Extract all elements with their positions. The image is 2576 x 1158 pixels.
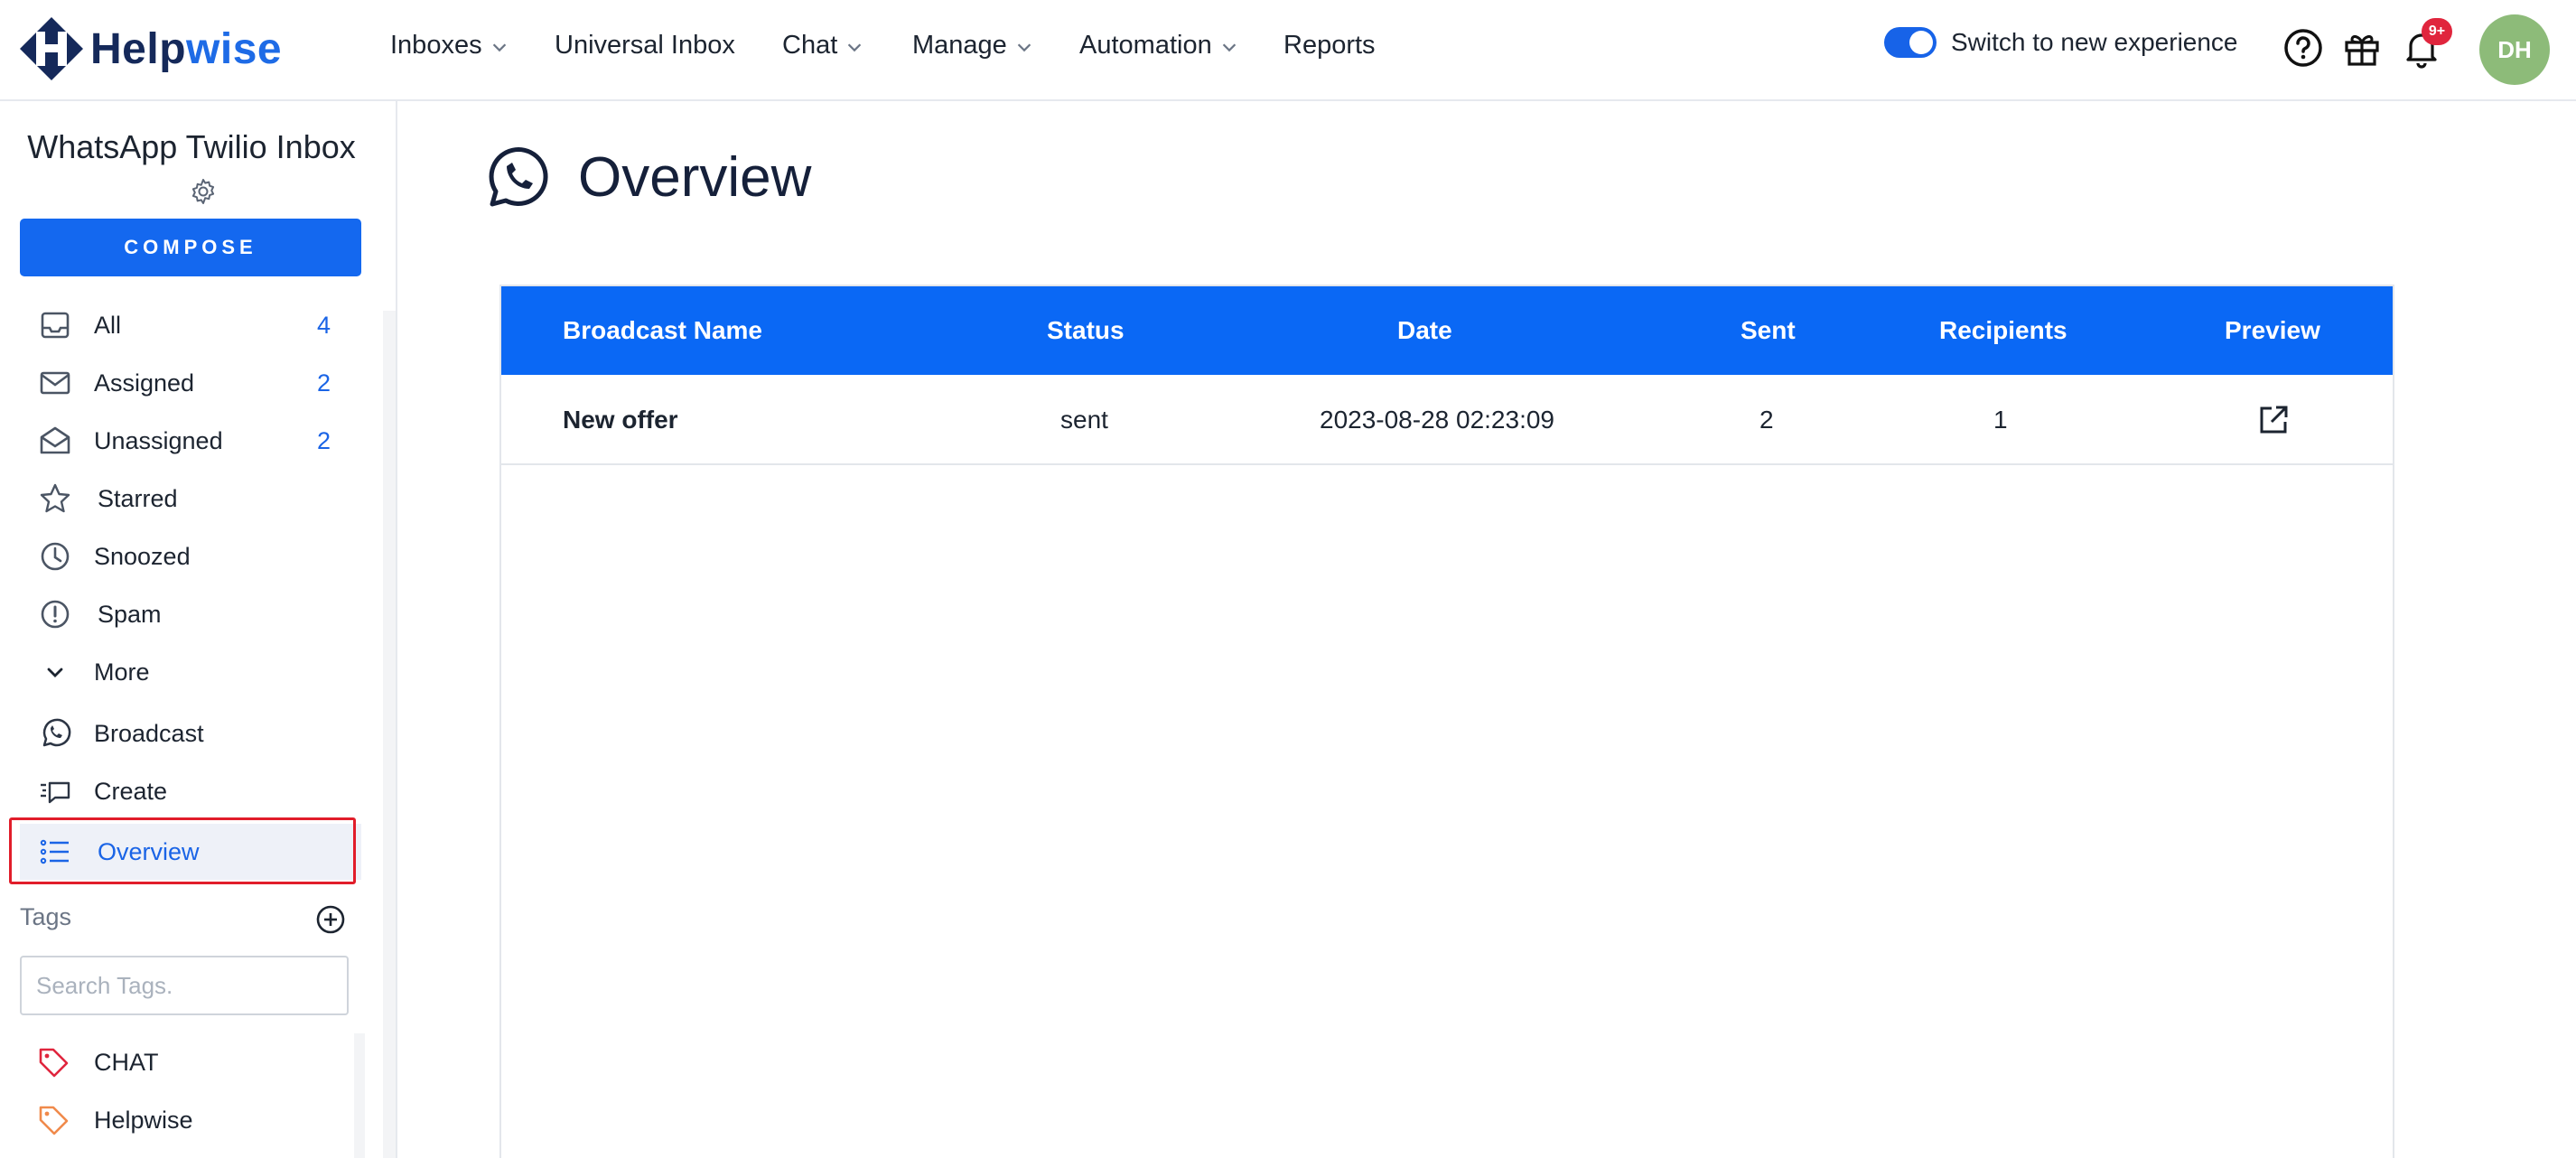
nav-automation-label: Automation [1079,30,1212,60]
tag-search-input[interactable] [20,956,349,1015]
nav-chat[interactable]: Chat [782,27,864,63]
sidebar-item-label: Create [94,777,168,805]
column-header-date[interactable]: Date [1397,286,1452,375]
nav-reports[interactable]: Reports [1283,27,1376,63]
gear-icon[interactable] [189,177,218,206]
help-icon[interactable] [2282,27,2324,69]
inbox-icon [41,312,70,339]
logo-word-wise: wise [186,24,283,73]
star-icon [40,483,70,513]
sidebar: WhatsApp Twilio Inbox COMPOSE All 4 Assi… [0,101,397,1158]
chevron-down-icon [1222,43,1236,52]
sidebar-item-count: 4 [316,311,331,339]
alert-circle-icon [41,600,70,629]
helpwise-logo[interactable]: Helpwise [18,13,282,85]
create-broadcast-icon [41,781,70,804]
sidebar-item-overview[interactable]: Overview [20,824,361,880]
sidebar-item-more[interactable]: More [20,647,361,697]
column-header-recipients[interactable]: Recipients [1939,286,2067,375]
mail-icon [40,371,70,395]
tags-scrollbar[interactable] [354,1033,365,1158]
nav-universal-inbox[interactable]: Universal Inbox [555,27,735,63]
nav-automation[interactable]: Automation [1079,27,1239,63]
avatar[interactable]: DH [2479,14,2550,85]
sidebar-item-label: Assigned [94,369,195,397]
tag-icon [39,1106,69,1135]
sidebar-item-assigned[interactable]: Assigned 2 [20,358,361,408]
logo-wordmark: Helpwise [90,24,282,74]
tags-heading: Tags [20,903,72,930]
nav-reports-label: Reports [1283,30,1376,60]
tag-label: Helpwise [94,1106,193,1134]
column-header-preview[interactable]: Preview [2225,286,2320,375]
table-row[interactable]: New offer sent 2023-08-28 02:23:09 2 1 [501,375,2393,465]
top-navbar: Helpwise Inboxes Universal Inbox Chat Ma… [0,0,2576,101]
sidebar-item-label: More [94,658,150,686]
sidebar-item-label: Unassigned [94,426,223,454]
sidebar-item-count: 2 [316,369,331,397]
sidebar-item-spam[interactable]: Spam [20,589,361,640]
sidebar-item-starred[interactable]: Starred [20,473,361,524]
inbox-title: WhatsApp Twilio Inbox [27,128,356,165]
cell-status: sent [1060,406,1108,434]
sidebar-item-label: Starred [98,484,178,512]
toggle-label: Switch to new experience [1951,28,2238,56]
sidebar-item-snoozed[interactable]: Snoozed [20,531,361,582]
sidebar-item-count: 2 [316,426,331,454]
new-experience-switch[interactable]: Switch to new experience [1884,27,2238,58]
sidebar-item-label: Broadcast [94,719,204,747]
tag-icon [39,1048,69,1078]
sidebar-item-label: All [94,311,122,339]
nav-universal-inbox-label: Universal Inbox [555,30,735,60]
chevron-down-icon [492,43,506,52]
chevron-down-icon [47,668,63,677]
sidebar-item-label: Snoozed [94,542,191,570]
cell-date: 2023-08-28 02:23:09 [1320,406,1554,434]
whatsapp-icon [489,147,548,207]
sidebar-item-all[interactable]: All 4 [20,300,361,350]
mail-open-icon [40,426,70,454]
toggle-switch[interactable] [1884,27,1937,58]
sidebar-item-create[interactable]: Create [20,766,361,817]
nav-inboxes-label: Inboxes [390,30,482,60]
nav-chat-label: Chat [782,30,838,60]
sidebar-item-label: Spam [98,600,162,628]
tag-item-helpwise[interactable]: Helpwise [20,1095,345,1145]
column-header-broadcast-name[interactable]: Broadcast Name [563,286,762,375]
gift-icon[interactable] [2341,27,2383,69]
column-header-sent[interactable]: Sent [1741,286,1796,375]
chevron-down-icon [848,43,862,52]
cell-broadcast-name[interactable]: New offer [563,375,678,465]
compose-button[interactable]: COMPOSE [20,219,361,276]
external-link-icon[interactable] [2256,403,2291,437]
nav-manage[interactable]: Manage [912,27,1034,63]
tag-item-chat[interactable]: CHAT [20,1037,345,1088]
table-header: Broadcast Name Status Date Sent Recipien… [501,286,2393,375]
tag-label: CHAT [94,1048,159,1076]
sidebar-item-broadcast[interactable]: Broadcast [20,708,361,759]
page-title: Overview [578,146,812,209]
broadcast-table: Broadcast Name Status Date Sent Recipien… [499,285,2394,1158]
sidebar-scrollbar[interactable] [383,311,396,1158]
cell-preview [2256,375,2291,465]
nav-inboxes[interactable]: Inboxes [390,27,509,63]
notification-badge: 9+ [2422,18,2452,45]
sidebar-item-unassigned[interactable]: Unassigned 2 [20,416,361,466]
nav-manage-label: Manage [912,30,1007,60]
cell-recipients: 1 [1993,406,2008,434]
logo-word-help: Help [90,24,187,73]
add-tag-icon[interactable] [314,903,347,936]
chevron-down-icon [1017,43,1031,52]
cell-sent: 2 [1759,406,1774,434]
whatsapp-icon [42,718,71,747]
list-icon [40,839,69,864]
helpwise-logo-icon [20,17,83,80]
clock-icon [41,542,70,571]
column-header-status[interactable]: Status [1047,286,1125,375]
sidebar-item-label: Overview [98,837,200,865]
